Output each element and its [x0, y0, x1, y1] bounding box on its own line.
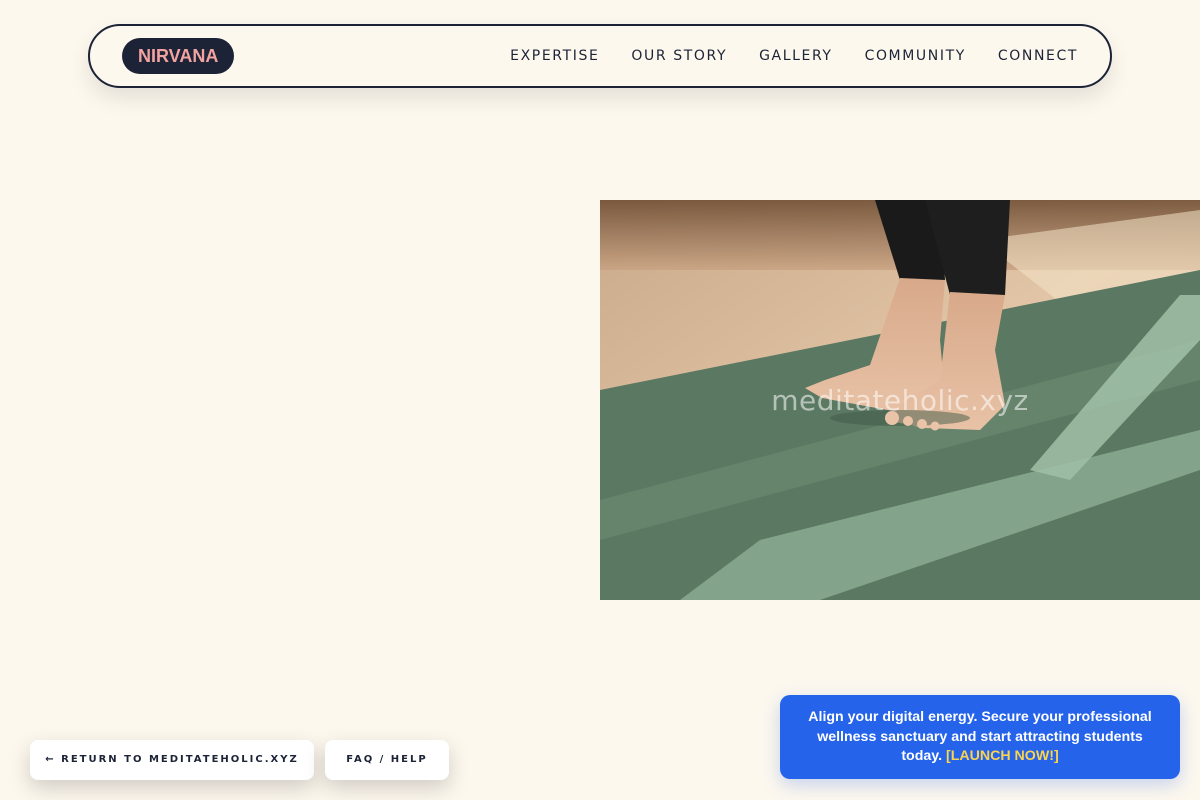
nav-link-gallery[interactable]: GALLERY	[759, 48, 832, 64]
nav-link-our-story[interactable]: OUR STORY	[631, 48, 727, 64]
nav-link-connect[interactable]: CONNECT	[998, 48, 1078, 64]
faq-help-button[interactable]: FAQ / HELP	[325, 740, 449, 780]
nav-link-community[interactable]: COMMUNITY	[865, 48, 966, 64]
hero-image: meditateholic.xyz	[600, 200, 1200, 600]
return-to-site-button[interactable]: ← RETURN TO MEDITATEHOLIC.XYZ	[30, 740, 314, 780]
nav-menu: EXPERTISE OUR STORY GALLERY COMMUNITY CO…	[510, 26, 1078, 86]
launch-now-link[interactable]: [LAUNCH NOW!]	[946, 748, 1059, 764]
nav-link-expertise[interactable]: EXPERTISE	[510, 48, 599, 64]
promo-banner[interactable]: Align your digital energy. Secure your p…	[780, 695, 1180, 779]
top-navbar: NIRVANA EXPERTISE OUR STORY GALLERY COMM…	[88, 24, 1112, 88]
brand-logo[interactable]: NIRVANA	[122, 38, 235, 74]
image-watermark: meditateholic.xyz	[771, 384, 1029, 417]
